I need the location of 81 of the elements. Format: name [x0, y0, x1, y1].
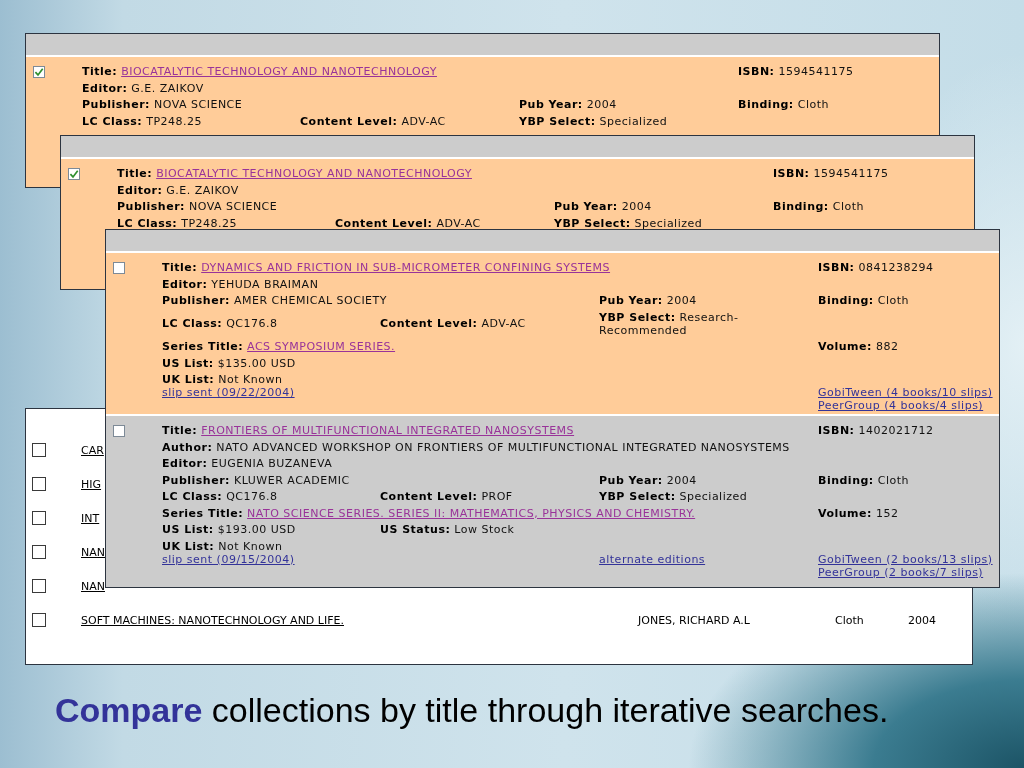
checkbox[interactable] [68, 168, 80, 180]
lc-class-text: LC Class: QC176.8 [162, 490, 278, 503]
us-list-text: US List: $135.00 USD [162, 356, 296, 370]
lc-class-text: LC Class: TP248.25 [117, 216, 237, 230]
lc-class-text: LC Class: QC176.8 [162, 317, 278, 330]
slip-link[interactable]: slip sent (09/15/2004) [162, 552, 295, 566]
uk-list-text: UK List: Not Known [162, 373, 283, 386]
author-text: Author: NATO ADVANCED WORKSHOP ON FRONTIERS OF MULTIFUNCTIONAL INTEGRATED NANOSYSTEMS [162, 440, 790, 454]
title-label: Title: [162, 261, 198, 274]
uk-list-text: UK List: Not Known [162, 539, 283, 553]
checkbox[interactable] [32, 443, 46, 457]
result-title-link[interactable]: HIG [81, 477, 102, 491]
editor-text: Editor: YEHUDA BRAIMAN [162, 277, 319, 291]
checkbox[interactable] [33, 66, 45, 78]
series-link[interactable]: NATO SCIENCE SERIES. SERIES II: MATHEMATICS, PHYSICS AND CHEMISTRY. [247, 506, 696, 520]
author-text: JONES, RICHARD A.L [638, 613, 750, 627]
checkbox[interactable] [32, 579, 46, 593]
checkbox[interactable] [32, 511, 46, 525]
title-label: Title: [162, 424, 198, 437]
result-title-link[interactable]: NAN [81, 579, 105, 593]
series-label: Series Title: [162, 506, 244, 520]
content-level-text: Content Level: PROF [380, 490, 513, 503]
ybp-select-text: YBP Select: Specialized [519, 114, 668, 128]
content-level-text: Content Level: ADV-AC [380, 317, 526, 330]
lc-class-text: LC Class: TP248.25 [82, 114, 202, 128]
pub-year-text: Pub Year: 2004 [519, 98, 617, 111]
checkbox[interactable] [113, 425, 125, 437]
title-link[interactable]: BIOCATALYTIC TECHNOLOGY AND NANOTECHNOLOGY [121, 65, 437, 78]
result-title-link[interactable]: INT [81, 511, 100, 525]
binding-text: Binding: Cloth [818, 473, 909, 487]
editor-text: Editor: EUGENIA BUZANEVA [162, 457, 333, 470]
result-title-link[interactable]: CAR [81, 443, 104, 457]
title-label: Title: [117, 167, 153, 180]
binding-text: Binding: Cloth [738, 98, 829, 111]
gobitween-link[interactable]: GobiTween (2 books/13 slips) [818, 552, 993, 566]
volume-text: Volume: 152 [818, 506, 899, 520]
slide-caption: Compare collections by title through iterative searches. [55, 690, 889, 730]
peergroup-link[interactable]: PeerGroup (2 books/7 slips) [818, 565, 984, 579]
title-link[interactable]: DYNAMICS AND FRICTION IN SUB-MICROMETER CONFINING SYSTEMS [201, 261, 611, 274]
binding-text: Binding: Cloth [818, 294, 909, 307]
editions-link[interactable]: alternate editions [599, 552, 706, 566]
title-link[interactable]: BIOCATALYTIC TECHNOLOGY AND NANOTECHNOLOGY [156, 167, 472, 180]
checkbox[interactable] [113, 262, 125, 274]
publisher-text: Publisher: AMER CHEMICAL SOCIETY [162, 294, 387, 307]
ybp-select-text: YBP Select: Research-Recommended [599, 310, 740, 337]
isbn-text: ISBN: 0841238294 [818, 261, 934, 274]
isbn-text: ISBN: 1594541175 [738, 65, 854, 78]
editor-text: Editor: G.E. ZAIKOV [82, 81, 204, 95]
binding-text: Binding: Cloth [773, 200, 864, 213]
ybp-select-text: YBP Select: Specialized [599, 490, 748, 503]
us-list-text: US List: $193.00 USD [162, 523, 296, 536]
us-status-text: US Status: Low Stock [380, 523, 515, 536]
gobitween-link[interactable]: GobiTween (4 books/10 slips) [818, 386, 993, 399]
binding-text: Cloth [835, 613, 864, 627]
volume-text: Volume: 882 [818, 340, 899, 353]
isbn-text: ISBN: 1402021712 [818, 424, 934, 437]
pub-year-text: Pub Year: 2004 [554, 200, 652, 213]
pub-year-text: Pub Year: 2004 [599, 473, 697, 487]
series-link[interactable]: ACS SYMPOSIUM SERIES. [247, 340, 396, 353]
series-label: Series Title: [162, 340, 244, 353]
content-level-text: Content Level: ADV-AC [335, 216, 481, 230]
year-text: 2004 [908, 613, 936, 627]
publisher-text: Publisher: NOVA SCIENCE [82, 98, 243, 111]
result-title-link[interactable]: SOFT MACHINES: NANOTECHNOLOGY AND LIFE. [81, 613, 344, 627]
checkbox[interactable] [32, 477, 46, 491]
peergroup-link[interactable]: PeerGroup (4 books/4 slips) [818, 399, 984, 412]
checkmark-icon [34, 67, 44, 77]
pub-year-text: Pub Year: 2004 [599, 294, 697, 307]
ybp-select-text: YBP Select: Specialized [554, 216, 703, 230]
content-level-text: Content Level: ADV-AC [300, 114, 446, 128]
checkmark-icon [69, 169, 79, 179]
title-label: Title: [82, 65, 118, 78]
result-title-link[interactable]: NAN [81, 545, 105, 559]
publisher-text: Publisher: KLUWER ACADEMIC [162, 473, 350, 487]
publisher-text: Publisher: NOVA SCIENCE [117, 200, 278, 213]
slip-link[interactable]: slip sent (09/22/2004) [162, 386, 295, 399]
editor-text: Editor: G.E. ZAIKOV [117, 183, 239, 197]
checkbox[interactable] [32, 545, 46, 559]
isbn-text: ISBN: 1594541175 [773, 167, 889, 180]
title-link[interactable]: FRONTIERS OF MULTIFUNCTIONAL INTEGRATED NANOSYSTEMS [201, 424, 575, 437]
checkbox[interactable] [32, 613, 46, 627]
